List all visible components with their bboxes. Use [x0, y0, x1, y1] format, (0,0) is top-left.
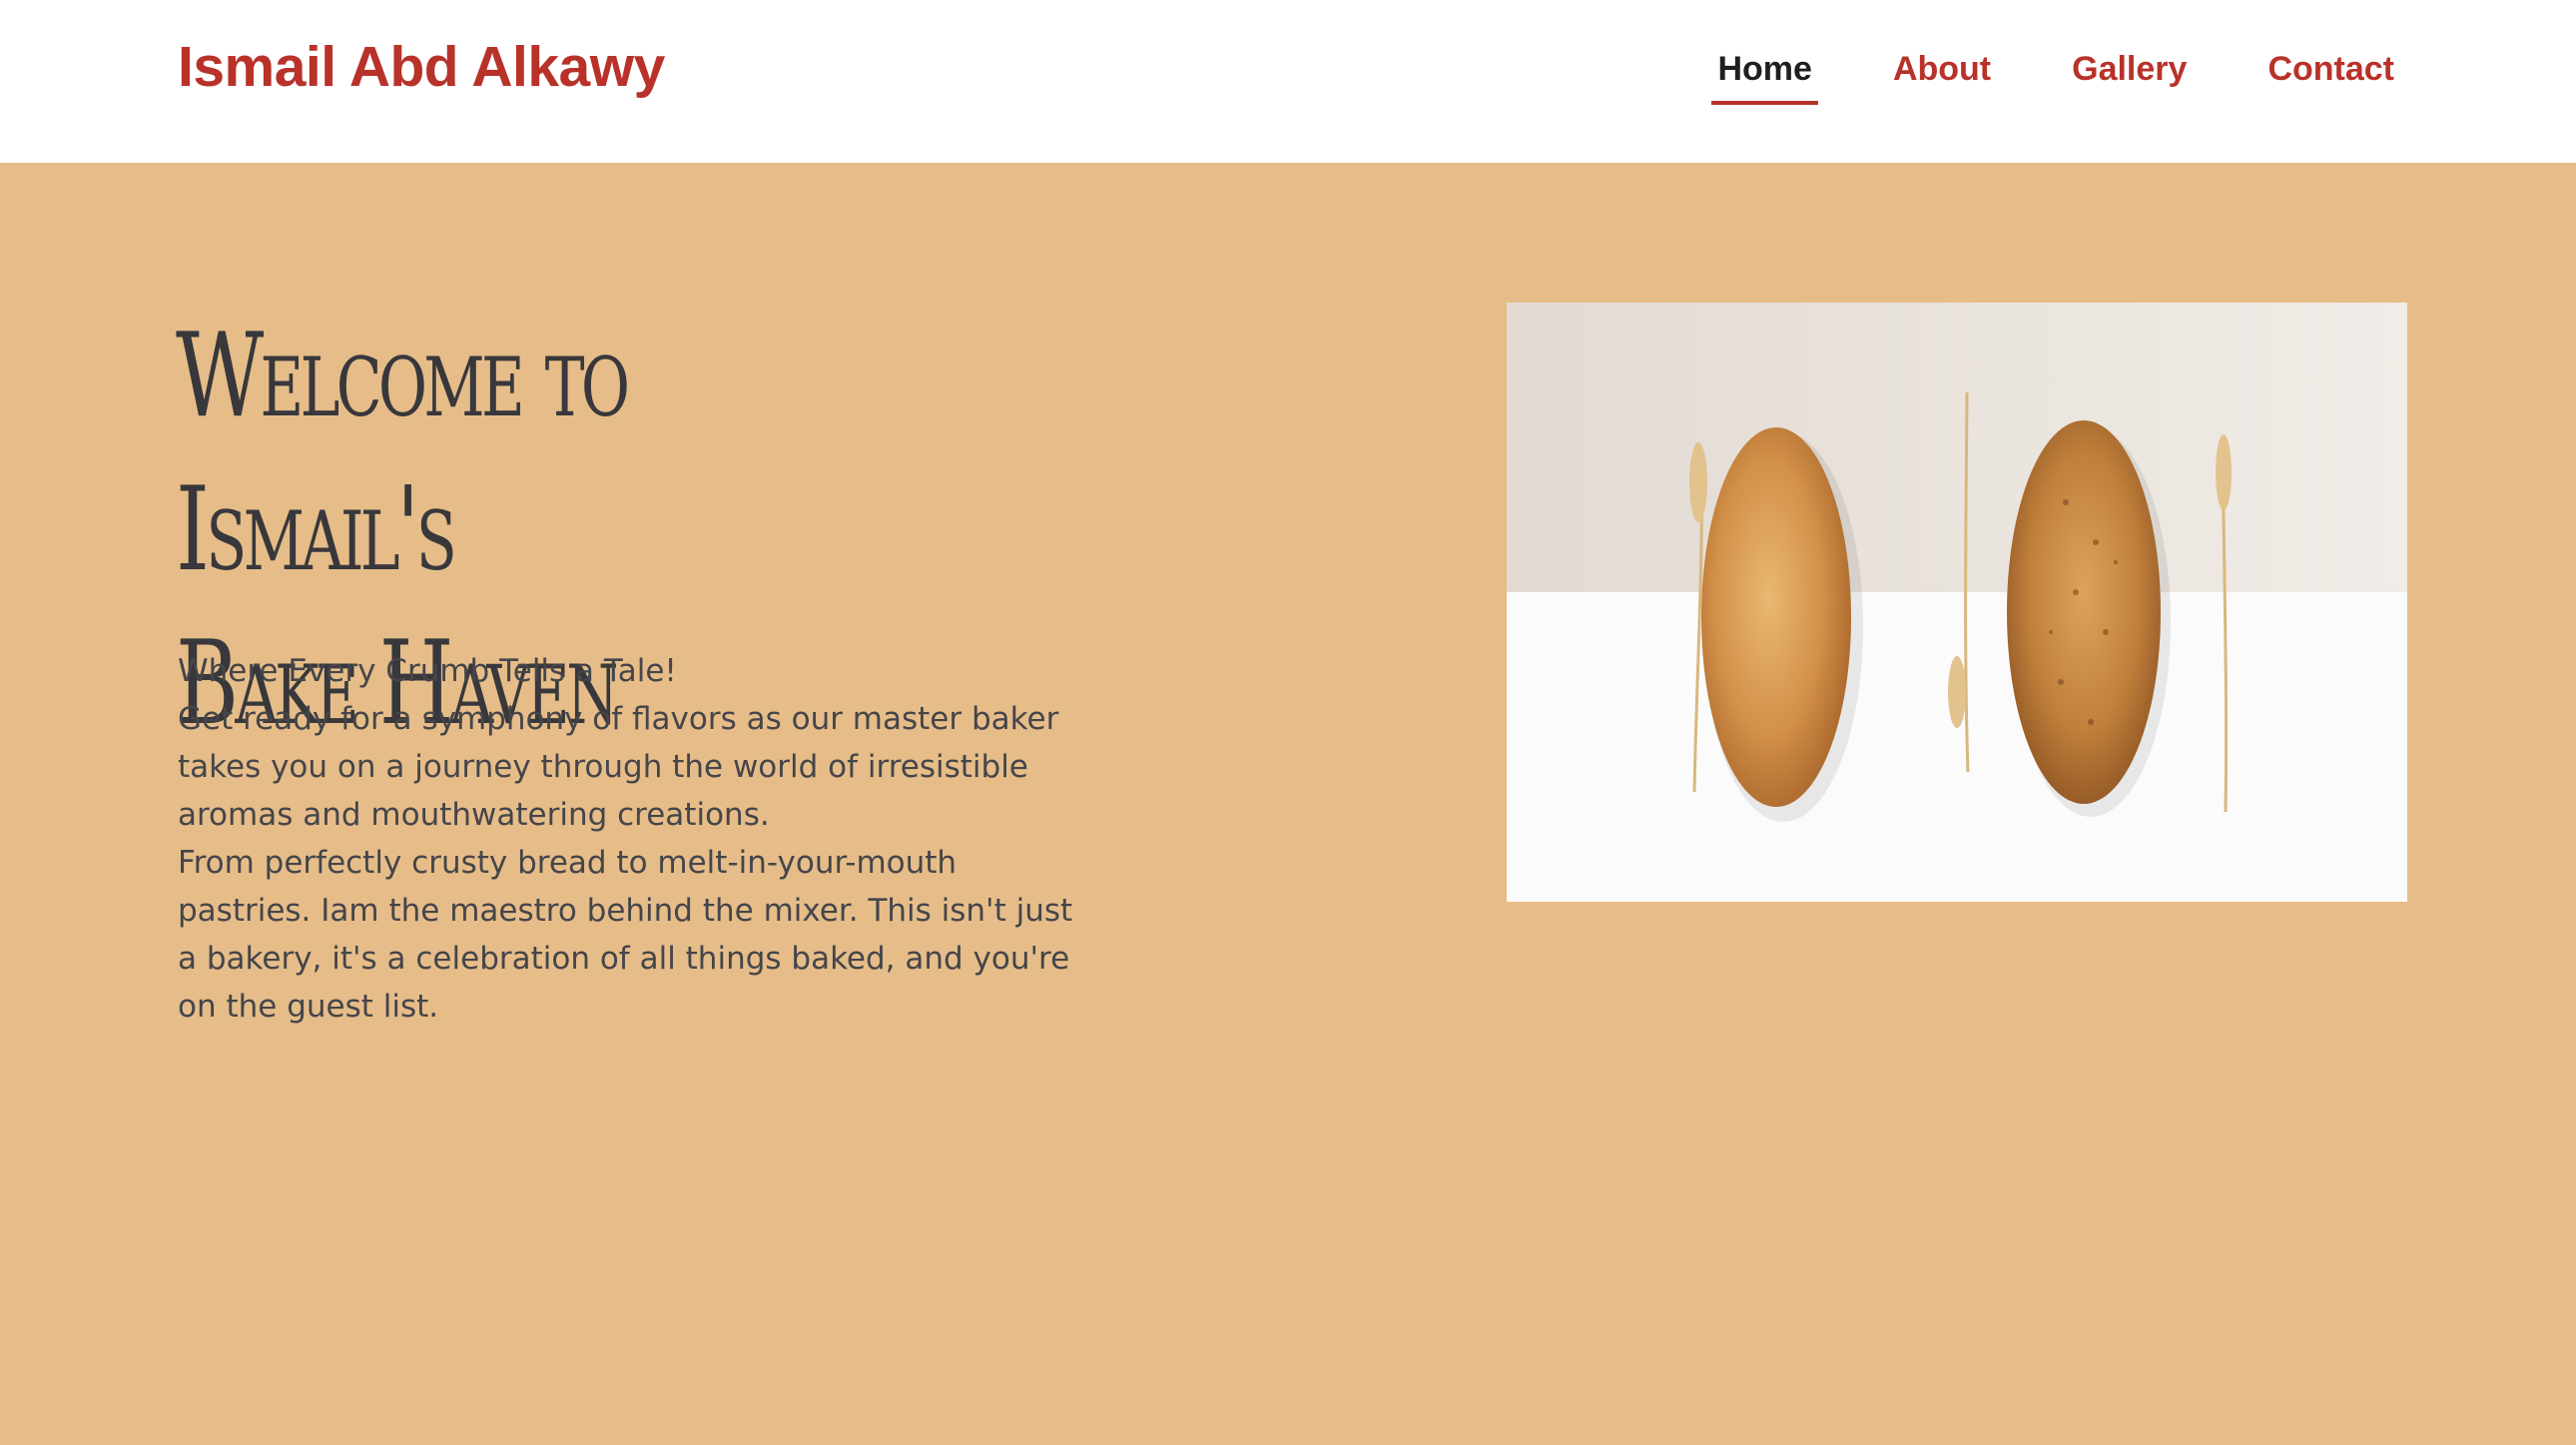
hero-paragraph-2: From perfectly crusty bread to melt-in-y… [178, 845, 1073, 1025]
hero-tagline: Where Every Crumb Tells a Tale! [178, 653, 677, 689]
nav-link-contact[interactable]: Contact [2261, 50, 2400, 105]
hero-description: Where Every Crumb Tells a Tale! Get read… [178, 647, 1086, 1031]
nav-link-home[interactable]: Home [1711, 50, 1818, 105]
nav-link-gallery[interactable]: Gallery [2066, 50, 2193, 105]
hero-title-line1: Welcome to Ismail's [176, 309, 630, 597]
hero-paragraph-1: Get ready for a symphony of flavors as o… [178, 701, 1059, 833]
bread-loaves-image [1507, 303, 2407, 902]
brand-logo-link[interactable]: Ismail Abd Alkawy [178, 34, 665, 100]
nav-link-about[interactable]: About [1887, 50, 1997, 105]
bread-photo-illustration [1507, 303, 2407, 902]
main-nav: Home About Gallery Contact [1642, 50, 2400, 105]
site-header: Ismail Abd Alkawy Home About Gallery Con… [0, 0, 2576, 163]
